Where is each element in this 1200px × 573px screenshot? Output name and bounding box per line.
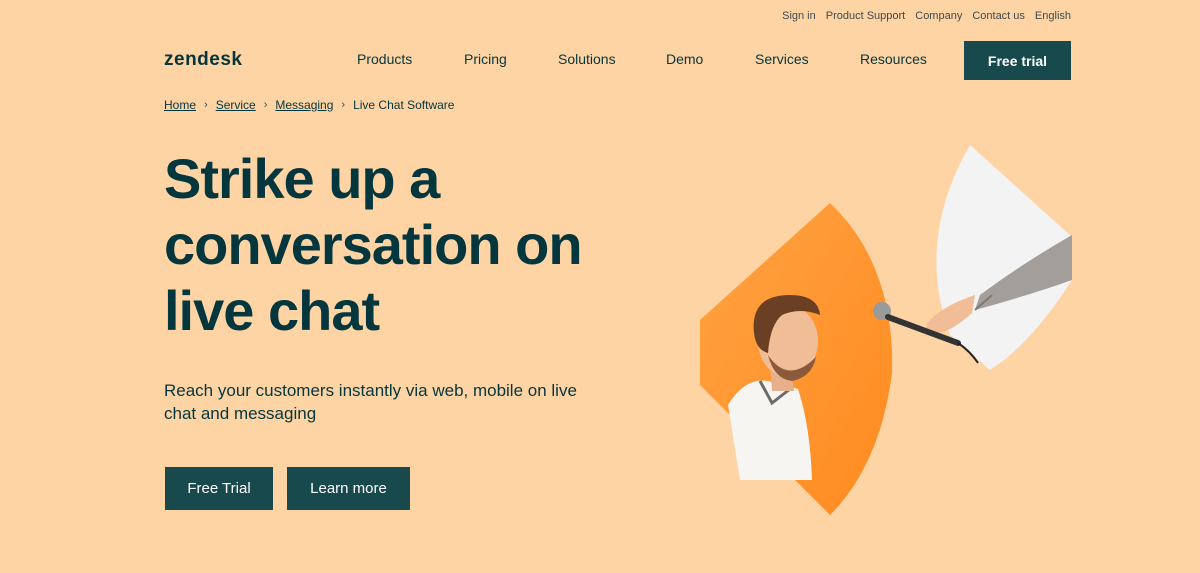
hero-illustration [700,145,1072,515]
chevron-right-icon: › [263,99,268,111]
hero-subtitle: Reach your customers instantly via web, … [164,381,577,423]
chevron-right-icon: › [341,99,346,111]
breadcrumb-messaging[interactable]: Messaging [275,98,333,112]
nav-services[interactable]: Services [755,51,809,67]
nav-pricing[interactable]: Pricing [464,51,507,67]
nav-demo[interactable]: Demo [666,51,703,67]
header-free-trial-button[interactable]: Free trial [964,41,1071,80]
free-trial-button[interactable]: Free Trial [165,467,273,510]
breadcrumb: Home › Service › Messaging › Live Chat S… [164,98,454,112]
hero-title: Strike up a conversation on live chat [164,147,583,342]
nav-products[interactable]: Products [357,51,412,67]
nav-resources[interactable]: Resources [860,51,927,67]
breadcrumb-current: Live Chat Software [353,98,455,112]
sign-in-link[interactable]: Sign in [782,10,816,22]
chevron-right-icon: › [204,99,208,111]
contact-us-link[interactable]: Contact us [972,10,1025,22]
product-support-link[interactable]: Product Support [826,10,906,22]
zendesk-logo[interactable]: zendesk [164,49,242,71]
company-link[interactable]: Company [915,10,962,22]
breadcrumb-service[interactable]: Service [216,98,256,112]
learn-more-button[interactable]: Learn more [287,467,410,510]
utility-nav: Sign in Product Support Company Contact … [782,10,1071,22]
language-selector[interactable]: English [1035,10,1071,22]
breadcrumb-home[interactable]: Home [164,98,196,112]
nav-solutions[interactable]: Solutions [558,51,616,67]
man-shirt [728,380,812,480]
